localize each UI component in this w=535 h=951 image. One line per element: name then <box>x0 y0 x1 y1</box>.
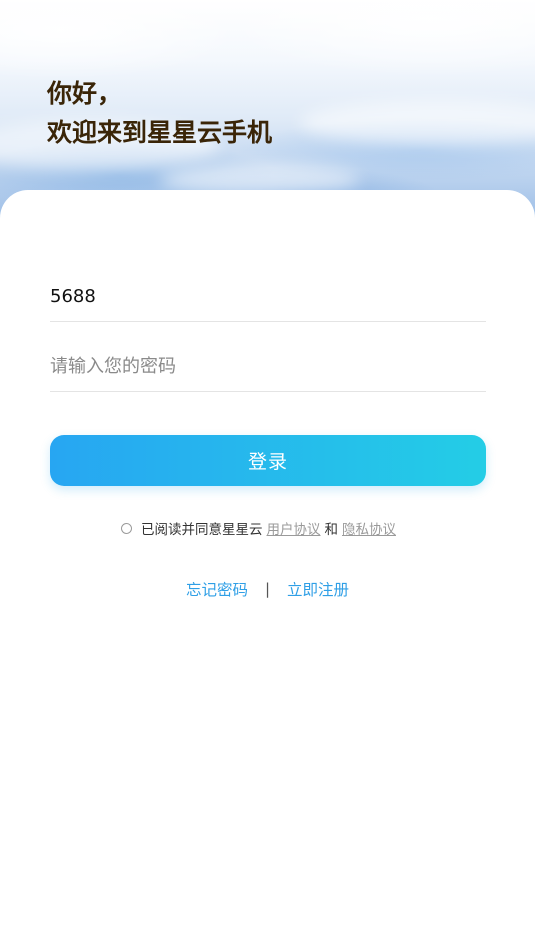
phone-field <box>50 271 486 322</box>
password-input[interactable] <box>50 341 486 391</box>
login-screen: 你好， 欢迎来到星星云手机 登录 已阅读并同意星星云 用户协议 和 隐私协议 忘… <box>0 0 535 951</box>
phone-input[interactable] <box>50 271 486 321</box>
agreement-radio[interactable] <box>121 522 132 534</box>
user-agreement-link[interactable]: 用户协议 <box>267 518 321 538</box>
greeting-line-1: 你好， <box>47 79 123 108</box>
agreement-prefix-text: 已阅读并同意星星云 <box>141 522 263 538</box>
greeting-line-2: 欢迎来到星星云手机 <box>47 118 273 147</box>
welcome-heading: 你好， 欢迎来到星星云手机 <box>47 74 272 152</box>
privacy-policy-link[interactable]: 隐私协议 <box>342 518 396 538</box>
register-link[interactable]: 立即注册 <box>287 578 349 600</box>
agreement-and-text: 和 <box>324 522 339 538</box>
agreement-row: 已阅读并同意星星云 用户协议 和 隐私协议 <box>121 517 396 539</box>
password-field <box>50 341 486 392</box>
auth-links: 忘记密码 | 立即注册 <box>0 578 535 600</box>
forgot-password-link[interactable]: 忘记密码 <box>186 578 248 600</box>
cloud-decoration <box>300 100 535 145</box>
links-divider: | <box>264 580 271 598</box>
login-button[interactable]: 登录 <box>50 435 486 486</box>
